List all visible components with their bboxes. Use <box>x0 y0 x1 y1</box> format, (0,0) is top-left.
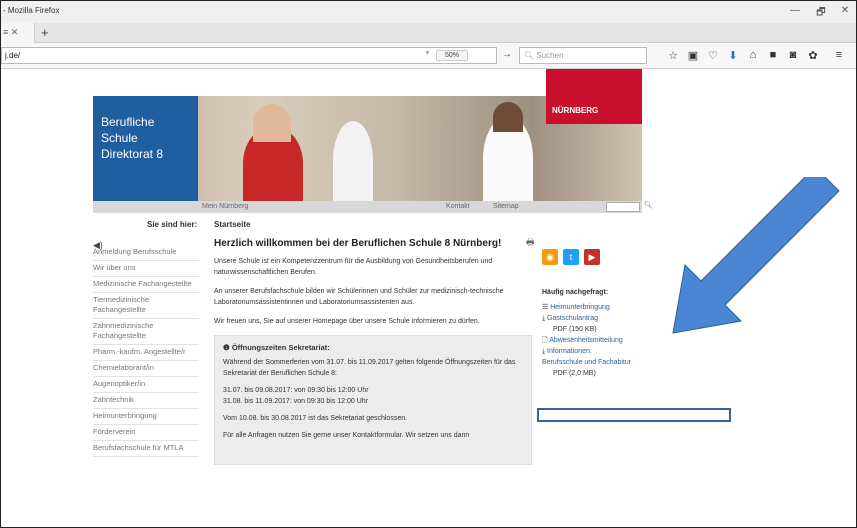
restore-button[interactable]: 🗗 <box>811 5 831 22</box>
intro-paragraph: Unsere Schule ist ein Kompetenzzentrum f… <box>214 258 493 276</box>
url-bar[interactable]: j.de/ ▼ 50% <box>1 47 497 64</box>
top-navigation: Mein Nürnberg Kontakt Sitemap 🔍︎ <box>93 201 653 213</box>
breadcrumb-current[interactable]: Startseite <box>214 220 250 229</box>
list-icon: ☰ <box>542 304 551 311</box>
sidebar-item[interactable]: Tiermedizinische Fachangestellte <box>93 293 199 319</box>
addon-icon[interactable]: ✿ <box>805 49 821 62</box>
title-bar: - Mozilla Firefox — 🗗 ✕ <box>1 1 856 23</box>
page-title: Herzlich willkommen bei der Beruflichen … <box>214 238 502 249</box>
brand-text: NÜRNBERG <box>552 106 599 115</box>
web-page: Berufliche Schule Direktorat 8 NÜRNBERG … <box>1 69 856 527</box>
info-text: Für alle Anfragen nutzen Sie gerne unser… <box>223 432 470 439</box>
info-title-text: Öffnungszeiten Sekretariat: <box>231 343 330 352</box>
rss-icon[interactable]: ◉ <box>542 249 558 265</box>
sidebar-item[interactable]: Berufsfachschule für MTLA <box>93 441 199 457</box>
info-text: 31.07. bis 09.08.2017: von 09:30 bis 12:… <box>223 387 369 394</box>
sidebar-nav: Anmeldung Berufsschule Wir über uns Medizi… <box>93 245 199 457</box>
right-sidebar: ◉ t ▶ Häufig nachgefragt: ☰ Heimunterbri… <box>542 249 652 379</box>
intro-paragraph: An unserer Berufsfachschule bilden wir S… <box>214 288 504 306</box>
search-placeholder: Suchen <box>536 51 564 60</box>
file-size-label: PDF (150 KB) <box>553 326 597 333</box>
info-text: Vom 10.08. bis 30.08.2017 ist das Sekret… <box>223 415 408 422</box>
browser-window: - Mozilla Firefox — 🗗 ✕ ≡ ✕ + j.de/ ▼ 50… <box>0 0 857 528</box>
go-button[interactable]: → <box>497 47 517 64</box>
faq-link-heimunterbringung[interactable]: ☰ Heimunterbringung <box>542 302 652 313</box>
sidebar-item[interactable]: Zahnmedizinische Fachangestellte <box>93 319 199 345</box>
faq-title: Häufig nachgefragt: <box>542 289 609 296</box>
photo-person <box>493 102 523 132</box>
bookmark-star-icon[interactable]: ☆ <box>665 49 681 62</box>
sidebar-item[interactable]: Förderverein <box>93 425 199 441</box>
zoom-indicator[interactable]: 50% <box>436 50 469 61</box>
browser-tab[interactable]: ≡ ✕ <box>1 23 35 43</box>
tab-bar: ≡ ✕ + <box>1 23 856 43</box>
sidebar-item[interactable]: Augenoptiker/in <box>93 377 199 393</box>
youtube-icon[interactable]: ▶ <box>583 249 600 265</box>
photo-person <box>253 104 291 142</box>
url-text: j.de/ <box>5 51 21 60</box>
library-icon[interactable]: ▣ <box>685 49 701 62</box>
sidebar-item[interactable]: Medizinische Fachangestellte <box>93 277 199 293</box>
faq-link-abwesenheit[interactable]: 🗋 Abwesenheitsmitteilung <box>542 335 652 346</box>
info-title: ❶ Öffnungszeiten Sekretariat: <box>223 342 523 353</box>
faq-link-gastschulantrag[interactable]: ⤓ Gastschulantrag <box>542 313 652 324</box>
info-box: ❶ Öffnungszeiten Sekretariat: Während de… <box>214 335 532 465</box>
dropdown-icon[interactable]: ▼ <box>424 50 431 57</box>
link-text: Abwesenheitsmitteilung <box>549 337 623 344</box>
info-text: 31.08. bis 11.09.2017: von 09:30 bis 12:… <box>223 398 369 405</box>
sidebar-item[interactable]: Pharm.-kaufm. Angestellte/r <box>93 345 199 361</box>
screenshot-icon[interactable]: ◙ <box>785 49 801 61</box>
photo-person <box>333 121 373 201</box>
contact-link[interactable]: Kontakt <box>446 203 470 210</box>
search-icon: 🔍︎ <box>524 51 537 60</box>
site-search-input[interactable] <box>606 202 640 212</box>
link-text: Gastschulantrag <box>547 315 599 322</box>
sidebar-item[interactable]: Zahntechnik <box>93 393 199 409</box>
header-banner: Berufliche Schule Direktorat 8 NÜRNBERG <box>93 69 642 201</box>
sidebar-item[interactable]: Wir über uns <box>93 261 199 277</box>
nuernberg-logo[interactable]: NÜRNBERG <box>546 69 642 124</box>
home-icon[interactable]: ⌂ <box>745 49 761 61</box>
main-content: Herzlich willkommen bei der Beruflichen … <box>214 237 532 465</box>
twitter-icon[interactable]: t <box>562 249 579 265</box>
info-icon: ❶ <box>223 343 232 352</box>
school-name-line: Schule <box>101 131 138 145</box>
new-tab-button[interactable]: + <box>41 25 49 40</box>
faq-link-informationen[interactable]: ⤓ Informationen: Berufsschule und Fachab… <box>542 346 632 368</box>
sitemap-link[interactable]: Sitemap <box>493 203 519 210</box>
school-logo-box[interactable]: Berufliche Schule Direktorat 8 <box>93 96 198 201</box>
annotation-highlight-box <box>537 408 731 422</box>
breadcrumb-label: Sie sind hier: <box>147 220 198 229</box>
info-text: Während der Sommerferien vom 31.07. bis … <box>223 359 516 377</box>
link-text: Informationen: Berufsschule und Fachabit… <box>542 348 632 366</box>
school-name-line: Berufliche <box>101 115 155 129</box>
extension-icon[interactable]: ■ <box>765 49 781 61</box>
window-title: - Mozilla Firefox <box>3 6 60 15</box>
search-icon[interactable]: 🔍︎ <box>644 201 653 209</box>
file-size-label: PDF (2,0 MB) <box>553 370 596 377</box>
minimize-button[interactable]: — <box>785 5 805 16</box>
school-name-line: Direktorat 8 <box>101 147 164 161</box>
mein-nuernberg-link[interactable]: Mein Nürnberg <box>202 203 248 210</box>
close-button[interactable]: ✕ <box>835 5 855 16</box>
menu-icon[interactable]: ≡ <box>831 49 847 61</box>
link-text: Heimunterbringung <box>550 304 610 311</box>
intro-paragraph: Wir freuen uns, Sie auf unserer Homepage… <box>214 318 480 325</box>
sidebar-item[interactable]: Heimunterbringung <box>93 409 199 425</box>
sidebar-item[interactable]: Anmeldung Berufsschule <box>93 245 199 261</box>
annotation-arrow <box>672 177 840 334</box>
navigation-bar: j.de/ ▼ 50% → 🔍︎ Suchen ☆ ▣ ♡ ⬇ ⌂ ■ ◙ ✿ … <box>1 43 856 69</box>
download-icon[interactable]: ⬇ <box>725 49 741 62</box>
pocket-icon[interactable]: ♡ <box>705 49 721 62</box>
search-input[interactable]: 🔍︎ Suchen <box>519 47 647 64</box>
sidebar-item[interactable]: Chemielaborant/in <box>93 361 199 377</box>
